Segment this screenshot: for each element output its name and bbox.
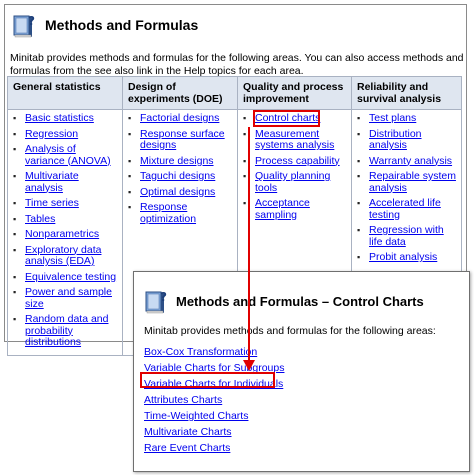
connector-arrow	[243, 127, 255, 371]
arrow-head	[243, 360, 255, 371]
